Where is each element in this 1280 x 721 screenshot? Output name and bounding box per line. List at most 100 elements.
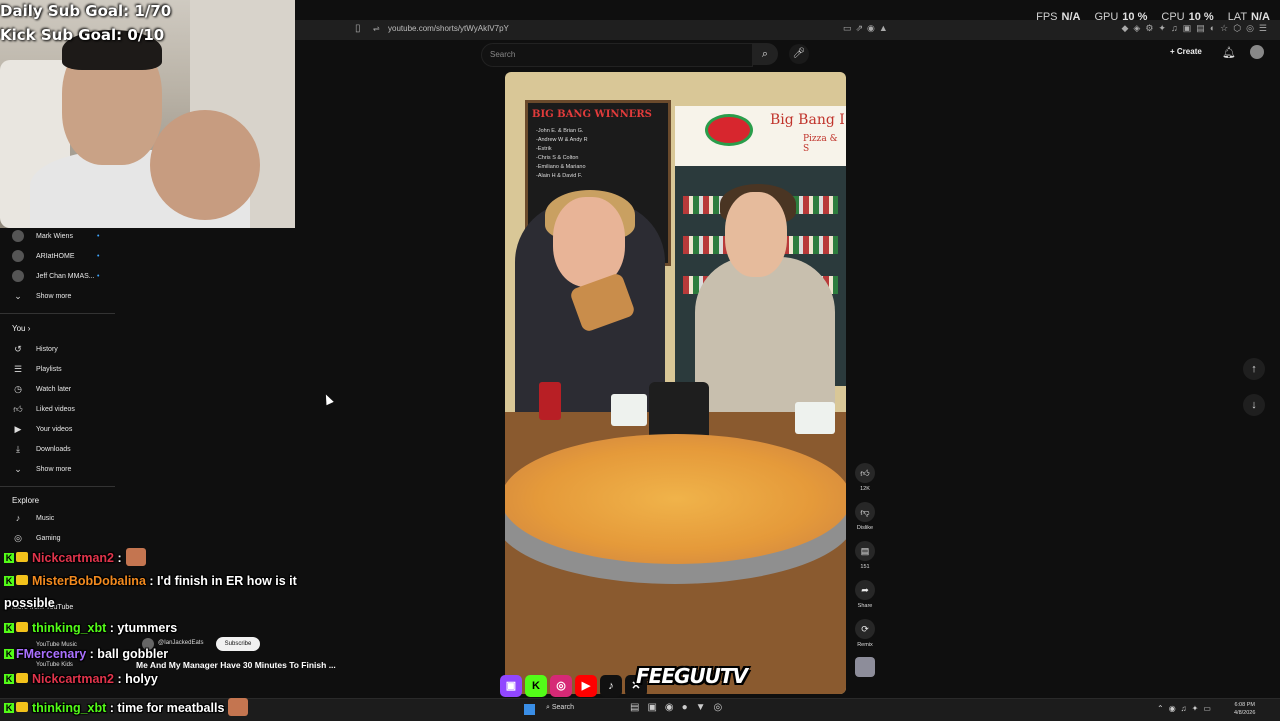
sidebar-sub-mark-wiens[interactable]: Mark Wiens • [12,228,99,244]
sidebar-you-heading[interactable]: You › [12,324,30,333]
next-short-arrow-down-icon[interactable]: ↓ [1243,394,1265,416]
video-cup [611,394,647,426]
new-content-dot: • [97,232,100,240]
taskbar-search[interactable]: ⌕ Search [546,704,574,712]
channel-avatar [12,250,24,262]
extension-icons[interactable]: ◆◈⚙✦♫▣▤◐☆⬡◎☰ [1122,23,1273,34]
microphone-icon[interactable]: 🎤︎ [789,44,809,64]
subscribe-button[interactable]: Subscribe [216,637,260,651]
chat-badge-icon [16,552,28,562]
daily-sub-goal: Daily Sub Goal: 1/70 [0,2,172,20]
chat-emote-icon [125,548,146,566]
video-person-right-face [725,192,787,277]
chat-badge-icon [16,575,28,585]
thumbs-up-icon: 👍︎ [855,463,875,483]
planet-logo-icon [705,114,753,146]
sound-avatar[interactable] [855,657,875,677]
channel-avatar [12,230,24,242]
chat-user: thinking_xbt [32,701,107,715]
gaming-icon: ◎ [14,532,22,543]
music-icon: ♪ [15,513,21,523]
sidebar-item-youtube-kids[interactable]: YouTube Kids [36,662,73,668]
chat-message: Kthinking_xbt : time for meatballs [4,698,249,716]
sidebar-item-your-videos[interactable]: ▶ Your videos [12,421,73,437]
kick-logo-icon: K [525,675,547,697]
account-avatar[interactable] [1250,45,1264,59]
windows-start-icon[interactable] [524,704,535,715]
streamer-brand-logo: FEEGUUTV [636,664,748,688]
bookmark-icon[interactable]: ▯ [355,23,361,34]
sidebar-show-more[interactable]: ⌄ Show more [12,288,71,304]
create-button[interactable]: + Create [1170,47,1202,56]
watch-later-icon: ◷ [14,383,22,394]
channel-avatar [12,270,24,282]
chat-user: thinking_xbt [32,621,107,635]
chat-user: Nickcartman2 [32,551,114,565]
playlists-icon: ☰ [13,363,23,374]
video-restaurant-sign: Big Bang I Pizza & S [675,106,846,166]
sidebar-divider [0,486,115,487]
dislike-button[interactable]: 👎︎ Dislike [852,502,878,531]
search-input[interactable]: Search [481,43,753,67]
sidebar-show-more-2[interactable]: ⌄ Show more [12,461,71,477]
kick-icon: K [4,703,14,713]
comments-button[interactable]: ▤ 151 [852,541,878,570]
instagram-icon: ◎ [550,675,572,697]
shorts-video-player[interactable]: BIG BANG WINNERS -John E. & Brian G. -An… [505,72,846,694]
sidebar-sub-ariathome[interactable]: ARIatHOME • [12,248,99,264]
mouse-cursor [322,392,334,406]
comment-icon: ▤ [855,541,875,561]
kick-icon: K [4,623,14,633]
chat-user: FMercenary [16,647,87,661]
new-content-dot: • [97,252,100,260]
chat-message: K MisterBobDobalina : I'd finish in ER ho… [4,574,297,588]
system-tray-icons[interactable]: ⌃◉♫✦▭ [1157,704,1216,713]
search-icon[interactable]: ⌕ [752,43,778,65]
twitch-icon: ▣ [500,675,522,697]
new-content-dot: • [97,272,100,280]
kick-icon: K [4,553,14,563]
chat-badge-icon [16,622,28,632]
sidebar-item-gaming[interactable]: ◎ Gaming [12,530,60,546]
sidebar-item-music[interactable]: ♪ Music [12,510,55,526]
channel-name[interactable]: @IanJackedEats [158,640,203,646]
sidebar-explore-heading: Explore [12,496,40,505]
liked-icon: 👍︎ [13,403,23,414]
youtube-icon: ▶ [575,675,597,697]
site-info-icon[interactable]: ⇌ [373,24,380,33]
sidebar-item-liked-videos[interactable]: 👍︎ Liked videos [12,401,75,417]
chat-badge-icon [16,702,28,712]
tiktok-icon: ♪ [600,675,622,697]
sidebar-item-history[interactable]: ↺ History [12,341,58,357]
video-giant-pizza [505,434,846,564]
like-button[interactable]: 👍︎ 12K [852,463,878,492]
chevron-down-icon: ⌄ [14,463,22,474]
kick-icon: K [4,674,14,684]
remix-icon: ⟳ [855,619,875,639]
chat-user: Nickcartman2 [32,672,114,686]
browser-address-bar[interactable]: ▯ ⇌ youtube.com/shorts/ytWyAkIV7pY ▭⇗◉▲ … [295,20,1280,40]
chat-emote-icon [228,698,249,716]
video-title[interactable]: Me And My Manager Have 30 Minutes To Fin… [136,660,336,670]
url-text[interactable]: youtube.com/shorts/ytWyAkIV7pY [388,24,509,33]
sidebar-sub-jeff-chan[interactable]: Jeff Chan MMAS... • [12,268,99,284]
cam-person-hand [150,110,260,220]
sidebar-item-playlists[interactable]: ☰ Playlists [12,361,62,377]
sidebar-item-downloads[interactable]: ⤓ Downloads [12,441,71,457]
social-icons: ▣ K ◎ ▶ ♪ ✕ [500,674,647,698]
previous-short-arrow-up-icon[interactable]: ↑ [1243,358,1265,380]
chat-message: K FMercenary : ball gobbler [4,647,169,661]
taskbar-app-icons[interactable]: ▤▣◉●▼◎ [630,702,730,713]
chat-message: K Nickcartman2 : holyy [4,672,158,686]
sidebar-item-watch-later[interactable]: ◷ Watch later [12,381,71,397]
share-button[interactable]: ➦ Share [852,580,878,609]
thumbs-down-icon: 👎︎ [855,502,875,522]
kick-sub-goal: Kick Sub Goal: 0/10 [0,26,165,44]
remix-button[interactable]: ⟳ Remix [852,619,878,648]
chat-message: Kthinking_xbt : ytummers [4,621,178,635]
kick-icon: K [4,576,14,586]
address-bar-icons[interactable]: ▭⇗◉▲ [843,23,892,34]
notifications-bell-icon[interactable]: 🔔︎ [1222,46,1236,59]
kick-icon: K [4,649,14,659]
taskbar-clock[interactable]: 6:08 PM 4/8/2026 [1234,701,1255,717]
